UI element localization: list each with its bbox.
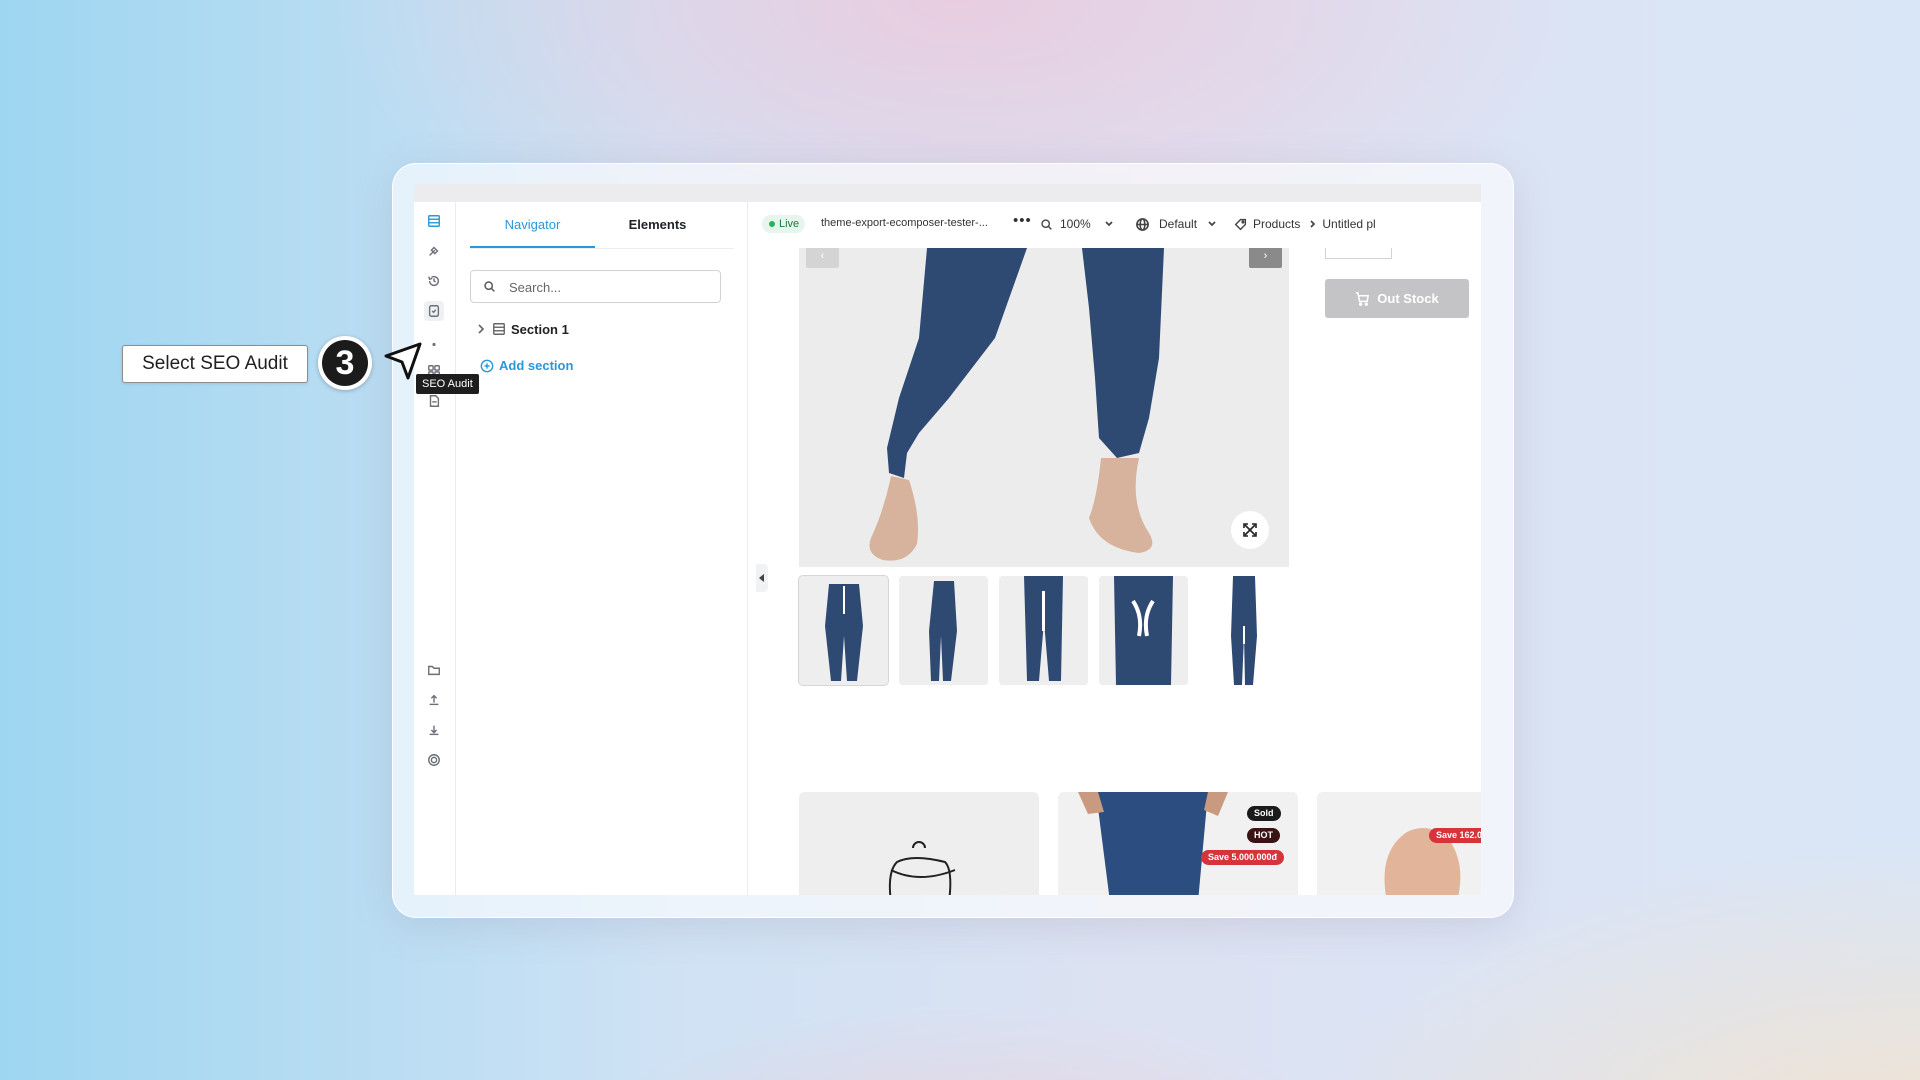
gear-icon[interactable] bbox=[424, 750, 444, 770]
navigator-panel: Navigator Elements Section 1 Add section bbox=[456, 202, 748, 895]
settings-small-icon[interactable] bbox=[424, 331, 444, 351]
chevron-right-icon bbox=[1310, 220, 1316, 228]
search-input[interactable] bbox=[507, 277, 711, 297]
bag-photo bbox=[1317, 792, 1481, 895]
sold-badge: Sold bbox=[1247, 806, 1281, 821]
backpack-illustration bbox=[799, 792, 1039, 895]
prev-image-button[interactable]: ‹ bbox=[806, 248, 839, 268]
cart-icon bbox=[1356, 292, 1370, 306]
breadcrumb-page[interactable]: Untitled pl bbox=[1322, 217, 1375, 231]
expand-image-button[interactable] bbox=[1231, 511, 1269, 549]
upload-icon[interactable] bbox=[424, 690, 444, 710]
product-main-image[interactable]: ‹ › bbox=[799, 248, 1289, 567]
history-icon[interactable] bbox=[424, 271, 444, 291]
globe-icon bbox=[1136, 217, 1149, 231]
thumbnail[interactable] bbox=[798, 575, 889, 686]
product-card[interactable] bbox=[799, 792, 1039, 895]
site-name[interactable]: theme-export-ecomposer-tester-... bbox=[821, 217, 988, 229]
seo-audit-tooltip: SEO Audit bbox=[416, 374, 479, 394]
search-icon bbox=[1041, 218, 1052, 230]
product-photo bbox=[799, 248, 1289, 567]
section-icon bbox=[493, 323, 505, 335]
seo-audit-icon[interactable] bbox=[424, 301, 444, 321]
tree-item-section[interactable]: Section 1 bbox=[476, 321, 569, 337]
zoom-dropdown[interactable]: 100% bbox=[1038, 210, 1122, 238]
breadcrumb: Products Untitled pl bbox=[1234, 210, 1376, 238]
editor-toolbar: Live theme-export-ecomposer-tester-... •… bbox=[748, 202, 1481, 248]
thumbnail[interactable] bbox=[1199, 576, 1288, 685]
zoom-value: 100% bbox=[1060, 217, 1091, 231]
expand-icon bbox=[1243, 523, 1257, 537]
step-number: 3 bbox=[322, 340, 368, 386]
editor-app: Navigator Elements Section 1 Add section… bbox=[414, 184, 1481, 895]
chevron-right-icon[interactable] bbox=[476, 324, 486, 334]
page-icon[interactable] bbox=[424, 391, 444, 411]
thumbnail[interactable] bbox=[999, 576, 1088, 685]
collapse-panel-handle[interactable] bbox=[756, 564, 768, 592]
tab-elements[interactable]: Elements bbox=[595, 202, 720, 248]
next-image-button[interactable]: › bbox=[1249, 248, 1282, 268]
live-label: Live bbox=[779, 218, 800, 230]
tag-icon bbox=[1234, 218, 1247, 230]
step-number-badge: 3 bbox=[318, 336, 372, 390]
icon-rail bbox=[414, 202, 456, 895]
live-badge: Live bbox=[762, 215, 806, 233]
breadcrumb-products[interactable]: Products bbox=[1253, 217, 1300, 231]
save-badge: Save 5.000.000đ bbox=[1201, 850, 1285, 865]
tab-navigator[interactable]: Navigator bbox=[470, 202, 595, 248]
search-icon bbox=[484, 281, 495, 292]
layers-icon[interactable] bbox=[424, 211, 444, 231]
thumbnail[interactable] bbox=[899, 576, 988, 685]
hot-badge: HOT bbox=[1247, 828, 1280, 843]
plus-circle-icon bbox=[480, 359, 494, 372]
search-box bbox=[470, 270, 721, 303]
product-card[interactable]: Save 162.000đ bbox=[1317, 792, 1481, 895]
product-card[interactable]: Sold HOT Save 5.000.000đ bbox=[1058, 792, 1298, 895]
brush-icon[interactable] bbox=[424, 241, 444, 261]
design-canvas[interactable]: ‹ › Out Stock Sold HOT Save 5.000.000đ S… bbox=[748, 248, 1481, 895]
out-stock-label: Out Stock bbox=[1377, 291, 1439, 306]
live-dot bbox=[769, 221, 775, 227]
language-value: Default bbox=[1159, 217, 1198, 231]
thumbnail[interactable] bbox=[1099, 576, 1188, 685]
chevron-down-icon bbox=[1105, 221, 1113, 227]
out-stock-button[interactable]: Out Stock bbox=[1325, 279, 1469, 318]
add-section-label: Add section bbox=[499, 358, 574, 373]
section-label: Section 1 bbox=[511, 321, 569, 337]
more-options-button[interactable]: ••• bbox=[1013, 212, 1032, 229]
language-dropdown[interactable]: Default bbox=[1133, 210, 1235, 238]
chevron-down-icon bbox=[1208, 221, 1216, 227]
step-callout: Select SEO Audit bbox=[122, 345, 308, 383]
download-icon[interactable] bbox=[424, 720, 444, 740]
save-badge: Save 162.000đ bbox=[1429, 828, 1481, 843]
panel-tabs: Navigator Elements bbox=[470, 202, 734, 249]
folder-icon[interactable] bbox=[424, 660, 444, 680]
quantity-box[interactable] bbox=[1325, 248, 1392, 259]
browser-top-strip bbox=[414, 184, 1481, 202]
add-section-button[interactable]: Add section bbox=[480, 358, 573, 373]
